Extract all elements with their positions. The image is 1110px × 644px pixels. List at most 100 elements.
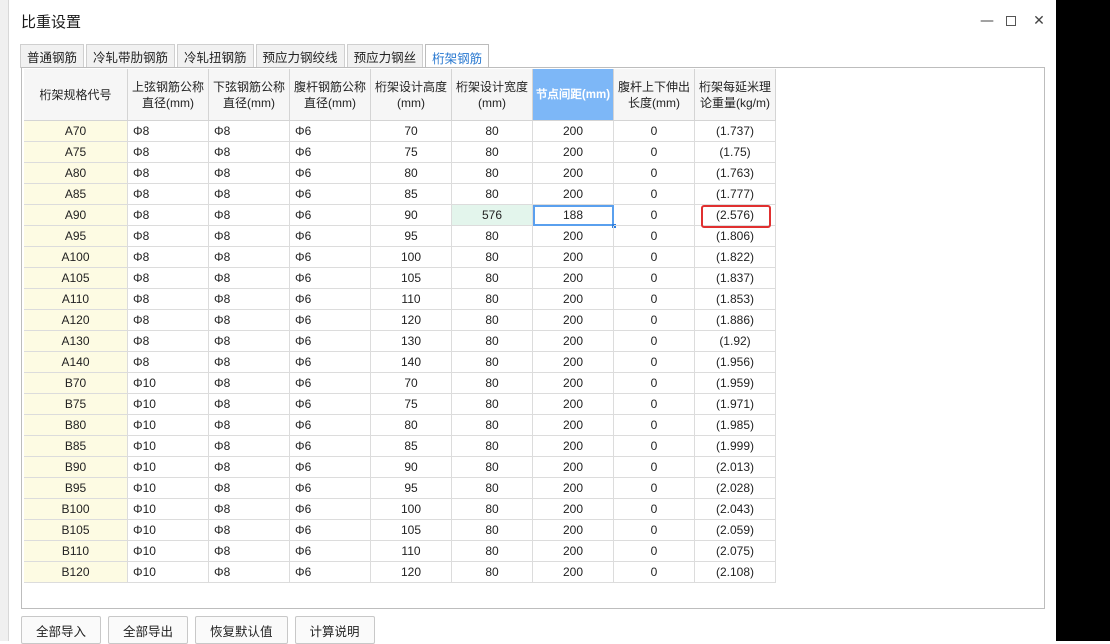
- table-cell[interactable]: Φ10: [128, 541, 209, 562]
- table-cell[interactable]: Φ8: [209, 562, 290, 583]
- row-code-cell[interactable]: B120: [24, 562, 128, 583]
- table-cell[interactable]: 120: [371, 562, 452, 583]
- table-cell[interactable]: 200: [533, 415, 614, 436]
- table-cell[interactable]: Φ8: [128, 268, 209, 289]
- table-cell[interactable]: Φ10: [128, 457, 209, 478]
- import-all-button[interactable]: 全部导入: [21, 616, 102, 644]
- table-cell[interactable]: Φ8: [128, 352, 209, 373]
- table-cell[interactable]: Φ6: [290, 226, 371, 247]
- table-cell[interactable]: 0: [614, 415, 695, 436]
- table-cell[interactable]: Φ6: [290, 394, 371, 415]
- table-cell[interactable]: 80: [452, 268, 533, 289]
- table-cell[interactable]: 80: [452, 457, 533, 478]
- column-header-5[interactable]: 桁架设计宽度(mm): [452, 69, 533, 121]
- table-cell[interactable]: 0: [614, 562, 695, 583]
- table-cell[interactable]: Φ10: [128, 373, 209, 394]
- table-cell[interactable]: Φ8: [209, 184, 290, 205]
- table-cell[interactable]: 0: [614, 310, 695, 331]
- table-cell[interactable]: 80: [452, 436, 533, 457]
- tab-0[interactable]: 普通钢筋: [20, 44, 85, 68]
- calc-info-button[interactable]: 计算说明: [294, 616, 375, 644]
- table-cell[interactable]: 200: [533, 121, 614, 142]
- row-code-cell[interactable]: A140: [24, 352, 128, 373]
- table-cell[interactable]: 0: [614, 436, 695, 457]
- table-cell[interactable]: (2.576): [695, 205, 776, 228]
- table-cell[interactable]: Φ6: [290, 352, 371, 373]
- table-cell[interactable]: 120: [371, 310, 452, 331]
- row-code-cell[interactable]: A100: [24, 247, 128, 268]
- table-cell[interactable]: 85: [371, 184, 452, 205]
- table-cell[interactable]: (2.043): [695, 499, 776, 520]
- table-cell[interactable]: 80: [452, 394, 533, 415]
- table-cell[interactable]: (2.108): [695, 562, 776, 583]
- table-cell[interactable]: (1.999): [695, 436, 776, 457]
- table-cell[interactable]: Φ8: [128, 226, 209, 247]
- table-cell[interactable]: 200: [533, 499, 614, 520]
- table-cell[interactable]: 110: [371, 541, 452, 562]
- table-cell[interactable]: 80: [452, 163, 533, 184]
- table-cell[interactable]: 0: [614, 541, 695, 562]
- table-cell[interactable]: Φ8: [209, 415, 290, 436]
- table-cell[interactable]: 80: [371, 415, 452, 436]
- table-cell[interactable]: Φ10: [128, 562, 209, 583]
- tab-1[interactable]: 冷轧带肋钢筋: [86, 44, 176, 68]
- table-cell[interactable]: Φ8: [128, 163, 209, 184]
- export-all-button[interactable]: 全部导出: [108, 616, 189, 644]
- table-cell[interactable]: Φ8: [209, 373, 290, 394]
- table-cell[interactable]: 200: [533, 247, 614, 268]
- column-header-1[interactable]: 上弦钢筋公称直径(mm): [128, 69, 209, 121]
- table-cell[interactable]: Φ6: [290, 121, 371, 142]
- row-code-cell[interactable]: B85: [24, 436, 128, 457]
- table-cell[interactable]: (2.013): [695, 457, 776, 478]
- table-cell[interactable]: 0: [614, 373, 695, 394]
- column-header-0[interactable]: 桁架规格代号: [24, 69, 128, 121]
- table-cell[interactable]: 188: [533, 205, 616, 228]
- column-header-6[interactable]: 节点间距(mm): [533, 69, 614, 121]
- table-cell[interactable]: Φ6: [290, 184, 371, 205]
- table-cell[interactable]: Φ6: [290, 310, 371, 331]
- table-cell[interactable]: (1.777): [695, 184, 776, 205]
- table-cell[interactable]: Φ8: [209, 457, 290, 478]
- table-cell[interactable]: 95: [371, 478, 452, 499]
- column-header-3[interactable]: 腹杆钢筋公称直径(mm): [290, 69, 371, 121]
- table-cell[interactable]: Φ10: [128, 436, 209, 457]
- table-cell[interactable]: 85: [371, 436, 452, 457]
- close-button[interactable]: ✕: [1027, 10, 1051, 32]
- row-code-cell[interactable]: A130: [24, 331, 128, 352]
- table-cell[interactable]: (1.971): [695, 394, 776, 415]
- table-cell[interactable]: Φ6: [290, 163, 371, 184]
- table-cell[interactable]: 0: [614, 268, 695, 289]
- table-cell[interactable]: Φ6: [290, 457, 371, 478]
- table-cell[interactable]: 80: [452, 310, 533, 331]
- table-cell[interactable]: 80: [452, 499, 533, 520]
- table-cell[interactable]: 95: [371, 226, 452, 247]
- row-code-cell[interactable]: B100: [24, 499, 128, 520]
- table-cell[interactable]: Φ6: [290, 520, 371, 541]
- restore-default-button[interactable]: 恢复默认值: [195, 616, 288, 644]
- table-cell[interactable]: 200: [533, 226, 614, 247]
- row-code-cell[interactable]: A105: [24, 268, 128, 289]
- table-cell[interactable]: 90: [371, 457, 452, 478]
- row-code-cell[interactable]: B70: [24, 373, 128, 394]
- minimize-button[interactable]: —: [975, 10, 999, 32]
- row-code-cell[interactable]: B110: [24, 541, 128, 562]
- table-cell[interactable]: (1.737): [695, 121, 776, 142]
- tab-4[interactable]: 预应力钢丝: [346, 44, 424, 68]
- table-cell[interactable]: Φ8: [209, 394, 290, 415]
- table-cell[interactable]: Φ8: [209, 268, 290, 289]
- table-cell[interactable]: 80: [452, 184, 533, 205]
- table-cell[interactable]: Φ8: [209, 163, 290, 184]
- table-cell[interactable]: Φ6: [290, 436, 371, 457]
- table-cell[interactable]: Φ8: [209, 247, 290, 268]
- table-cell[interactable]: Φ6: [290, 247, 371, 268]
- table-cell[interactable]: Φ6: [290, 289, 371, 310]
- table-cell[interactable]: 200: [533, 436, 614, 457]
- table-cell[interactable]: 0: [614, 142, 695, 163]
- table-cell[interactable]: 80: [452, 373, 533, 394]
- table-cell[interactable]: Φ6: [290, 142, 371, 163]
- row-code-cell[interactable]: B95: [24, 478, 128, 499]
- table-cell[interactable]: Φ8: [128, 205, 209, 226]
- column-header-2[interactable]: 下弦钢筋公称直径(mm): [209, 69, 290, 121]
- table-cell[interactable]: 0: [614, 352, 695, 373]
- table-cell[interactable]: Φ6: [290, 205, 371, 226]
